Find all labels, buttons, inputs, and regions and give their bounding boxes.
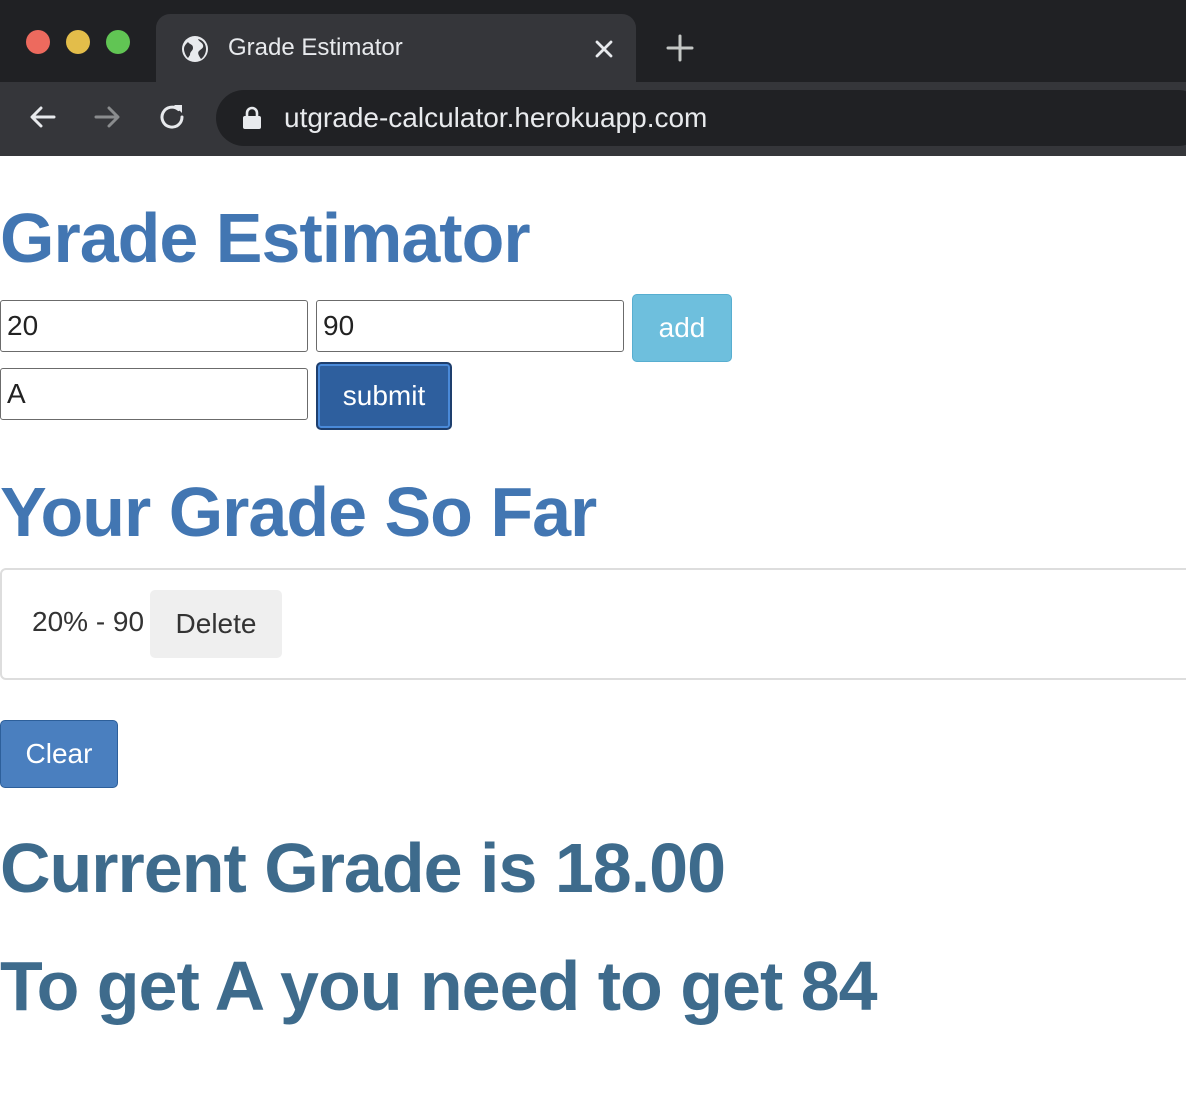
forward-arrow-icon[interactable] xyxy=(90,100,124,134)
page-content: Grade Estimator add submit Your Grade So… xyxy=(0,156,1186,1120)
needed-grade-result: To get A you need to get 84 xyxy=(0,947,878,1025)
window-maximize-button[interactable] xyxy=(106,30,130,54)
grade-list-heading: Your Grade So Far xyxy=(0,473,597,551)
close-icon[interactable] xyxy=(590,35,618,63)
tab-title: Grade Estimator xyxy=(228,34,403,61)
grade-entry-text: 20% - 90 xyxy=(32,606,145,637)
clear-button[interactable]: Clear xyxy=(0,720,118,788)
window-minimize-button[interactable] xyxy=(66,30,90,54)
weight-input[interactable] xyxy=(0,300,308,352)
submit-button[interactable]: submit xyxy=(316,362,452,430)
page-title: Grade Estimator xyxy=(0,199,531,277)
reload-icon[interactable] xyxy=(155,100,189,134)
grade-input[interactable] xyxy=(316,300,624,352)
add-button[interactable]: add xyxy=(632,294,732,362)
lock-icon xyxy=(243,106,261,129)
target-grade-input[interactable] xyxy=(0,368,308,420)
address-bar[interactable]: utgrade-calculator.herokuapp.com xyxy=(216,90,1186,146)
url-text: utgrade-calculator.herokuapp.com xyxy=(284,102,708,133)
delete-button[interactable]: Delete xyxy=(150,590,282,658)
globe-icon xyxy=(182,36,208,62)
browser-tab[interactable]: Grade Estimator xyxy=(156,14,636,82)
back-arrow-icon[interactable] xyxy=(26,100,60,134)
current-grade-result: Current Grade is 18.00 xyxy=(0,829,726,907)
window-close-button[interactable] xyxy=(26,30,50,54)
browser-toolbar: utgrade-calculator.herokuapp.com xyxy=(0,82,1186,156)
grade-list: 20% - 90 Delete xyxy=(0,568,1186,680)
plus-icon[interactable] xyxy=(662,30,698,66)
browser-chrome: Grade Estimator utgrade-calculator.herok… xyxy=(0,0,1186,156)
